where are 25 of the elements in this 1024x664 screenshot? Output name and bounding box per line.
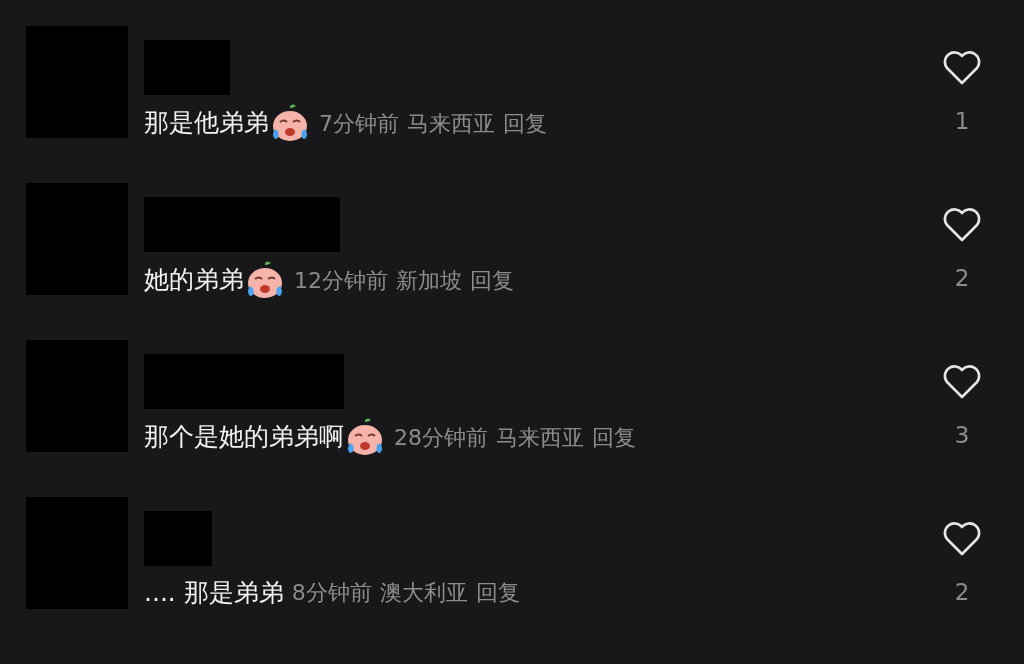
comment-text: 那是他弟弟: [144, 107, 269, 140]
heart-icon[interactable]: [942, 207, 982, 243]
comment-text: .... 那是弟弟: [144, 577, 284, 609]
location-text: 澳大利亚: [379, 579, 468, 608]
reply-link[interactable]: 回复: [503, 106, 547, 140]
like-count: 1: [954, 107, 970, 136]
time-text: 8分钟前: [291, 579, 372, 608]
location-text: 马来西亚: [496, 423, 584, 452]
time-text: 7分钟前: [319, 109, 399, 138]
like-count: 3: [954, 421, 970, 450]
heart-icon[interactable]: [942, 50, 982, 86]
heart-icon[interactable]: [942, 521, 982, 557]
reply-link[interactable]: 回复: [592, 420, 636, 454]
time-text: 12分钟前: [294, 266, 388, 295]
comment-text: 那个是她的弟弟啊: [144, 421, 344, 454]
like-count: 2: [954, 578, 970, 607]
time-text: 28分钟前: [394, 423, 488, 452]
like-count: 2: [954, 264, 970, 293]
location-text: 新加坡: [396, 266, 462, 295]
reply-link[interactable]: 回复: [475, 576, 520, 610]
location-text: 马来西亚: [407, 109, 495, 138]
heart-icon[interactable]: [942, 364, 982, 400]
redaction-block: [144, 511, 212, 566]
reply-link[interactable]: 回复: [470, 263, 514, 297]
comment-text: 她的弟弟: [144, 264, 244, 297]
